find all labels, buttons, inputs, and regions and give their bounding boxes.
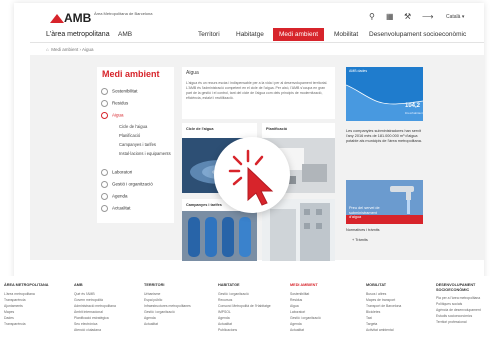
cursor-click-icon — [228, 149, 274, 206]
amb-logo-icon[interactable] — [50, 14, 64, 23]
submenu-campanyes[interactable]: Campanyes i tarifes — [119, 142, 156, 147]
widget-title: AMB dades — [349, 69, 368, 73]
footer-col-habitatge: Habitatge Gestió i organització Recursos… — [218, 283, 280, 333]
breadcrumb[interactable]: ⌂ Medi ambient › Aigua — [46, 47, 94, 52]
menu-item-gestio[interactable]: Gestió i organització — [101, 181, 153, 188]
links-heading: Normatives i tràmits — [346, 228, 380, 232]
promo-banner[interactable]: Preu del servei de subministrament d'aig… — [346, 180, 423, 224]
nav-amb[interactable]: AMB — [118, 31, 132, 38]
widget-unit: litres/habitant — [405, 111, 423, 115]
promo-label: Preu del servei de subministrament d'aig… — [349, 206, 380, 220]
footer-link[interactable]: Actualitat — [290, 327, 352, 333]
plus-icon — [101, 100, 108, 107]
nav-territori[interactable]: Territori — [198, 31, 220, 38]
page: AMB Àrea Metropolitana de Barcelona ⚲ ▦ … — [0, 0, 494, 352]
plus-icon — [101, 205, 108, 212]
menu-item-residus[interactable]: Residus — [101, 100, 128, 107]
footer-col-mobilitat: Mobilitat Busos i altres Mapes de transp… — [366, 283, 428, 333]
footer-link[interactable]: Consorci Metropolità de l'Habitatge — [218, 303, 280, 309]
footer-col-amb: AMB Què és l'AMB Govern metropolità Admi… — [74, 283, 136, 333]
widget-value: 104,2 — [405, 103, 421, 109]
data-widget[interactable]: AMB dades 104,2 litres/habitant — [346, 67, 423, 121]
card-label: Cicle de l'aigua — [186, 127, 214, 131]
footer-link[interactable]: Transparència — [4, 321, 66, 327]
nav-desenvolupament[interactable]: Desenvolupament socioeconòmic — [369, 31, 466, 38]
footer-link[interactable]: Publicacions — [218, 327, 280, 333]
menu-item-aigua[interactable]: Aigua — [101, 112, 124, 119]
share-icon[interactable]: ⟶ — [422, 12, 433, 21]
wrench-icon[interactable]: ⚒ — [404, 12, 411, 21]
site-title[interactable]: L'àrea metropolitana — [46, 31, 110, 38]
section-menu: Medi ambient Sostenibilitat Residus Aigu… — [97, 67, 174, 223]
widget-description: Les companyies subministradores han serv… — [346, 129, 422, 143]
footer-heading: Territori — [144, 283, 165, 287]
link-tramits[interactable]: + Tràmits — [352, 238, 368, 242]
footer-heading: AMB — [74, 283, 83, 287]
plus-icon — [101, 169, 108, 176]
card-label: Planificació — [266, 127, 288, 131]
footer-col-area: Àrea metropolitana L'àrea metropolitana … — [4, 283, 66, 327]
minus-icon — [101, 112, 108, 119]
page-title: Aigua — [186, 70, 199, 76]
footer-col-desenvolupament: Desenvolupament socioeconòmic Pla per a … — [436, 283, 492, 325]
footer-heading: Habitatge — [218, 283, 240, 287]
nav-mobilitat[interactable]: Mobilitat — [334, 31, 358, 38]
footer-col-medi-ambient: Medi ambient Sostenibilitat Residus Aigu… — [290, 283, 352, 333]
language-selector[interactable]: Català ▾ — [446, 14, 464, 20]
footer-link[interactable]: Activitat ambiental — [366, 327, 428, 333]
menu-item-actualitat[interactable]: Actualitat — [101, 205, 131, 212]
footer-link[interactable]: Atenció ciutadana — [74, 327, 136, 333]
nav-habitatge[interactable]: Habitatge — [236, 31, 264, 38]
grid-icon[interactable]: ▦ — [386, 12, 394, 21]
nav-divider — [30, 42, 484, 43]
footer-heading: Desenvolupament socioeconòmic — [436, 283, 476, 292]
plus-icon — [101, 193, 108, 200]
footer-heading: Medi ambient — [290, 283, 318, 287]
footer-col-territori: Territori Urbanisme Espai públic Infraes… — [144, 283, 206, 327]
intro-box: Aigua L'aigua és un recurs escàs i indis… — [182, 67, 335, 119]
pipes-photo — [182, 211, 257, 261]
intro-text: L'aigua és un recurs escàs i indispensab… — [186, 81, 328, 100]
menu-item-laboratori[interactable]: Laboratori — [101, 169, 132, 176]
search-icon[interactable]: ⚲ — [369, 12, 375, 21]
footer-link[interactable]: Actualitat — [144, 321, 206, 327]
plus-icon — [101, 88, 108, 95]
logo-text[interactable]: AMB — [64, 11, 91, 25]
menu-item-agenda[interactable]: Agenda — [101, 193, 128, 200]
logo-subtitle: Àrea Metropolitana de Barcelona — [94, 11, 153, 16]
footer-heading: Mobilitat — [366, 283, 387, 287]
click-indicator — [214, 137, 290, 213]
submenu-planificacio[interactable]: Planificació — [119, 133, 140, 138]
footer-heading: Àrea metropolitana — [4, 283, 49, 287]
submenu-cicle[interactable]: Cicle de l'aigua — [119, 124, 147, 129]
nav-medi-ambient[interactable]: Medi ambient — [273, 28, 325, 41]
menu-title: Medi ambient — [102, 69, 160, 79]
plus-icon — [101, 181, 108, 188]
footer-link[interactable]: Territori professional — [436, 319, 492, 325]
submenu-installacions[interactable]: Instal·lacions i equipaments — [119, 151, 171, 156]
menu-item-sostenibilitat[interactable]: Sostenibilitat — [101, 88, 138, 95]
